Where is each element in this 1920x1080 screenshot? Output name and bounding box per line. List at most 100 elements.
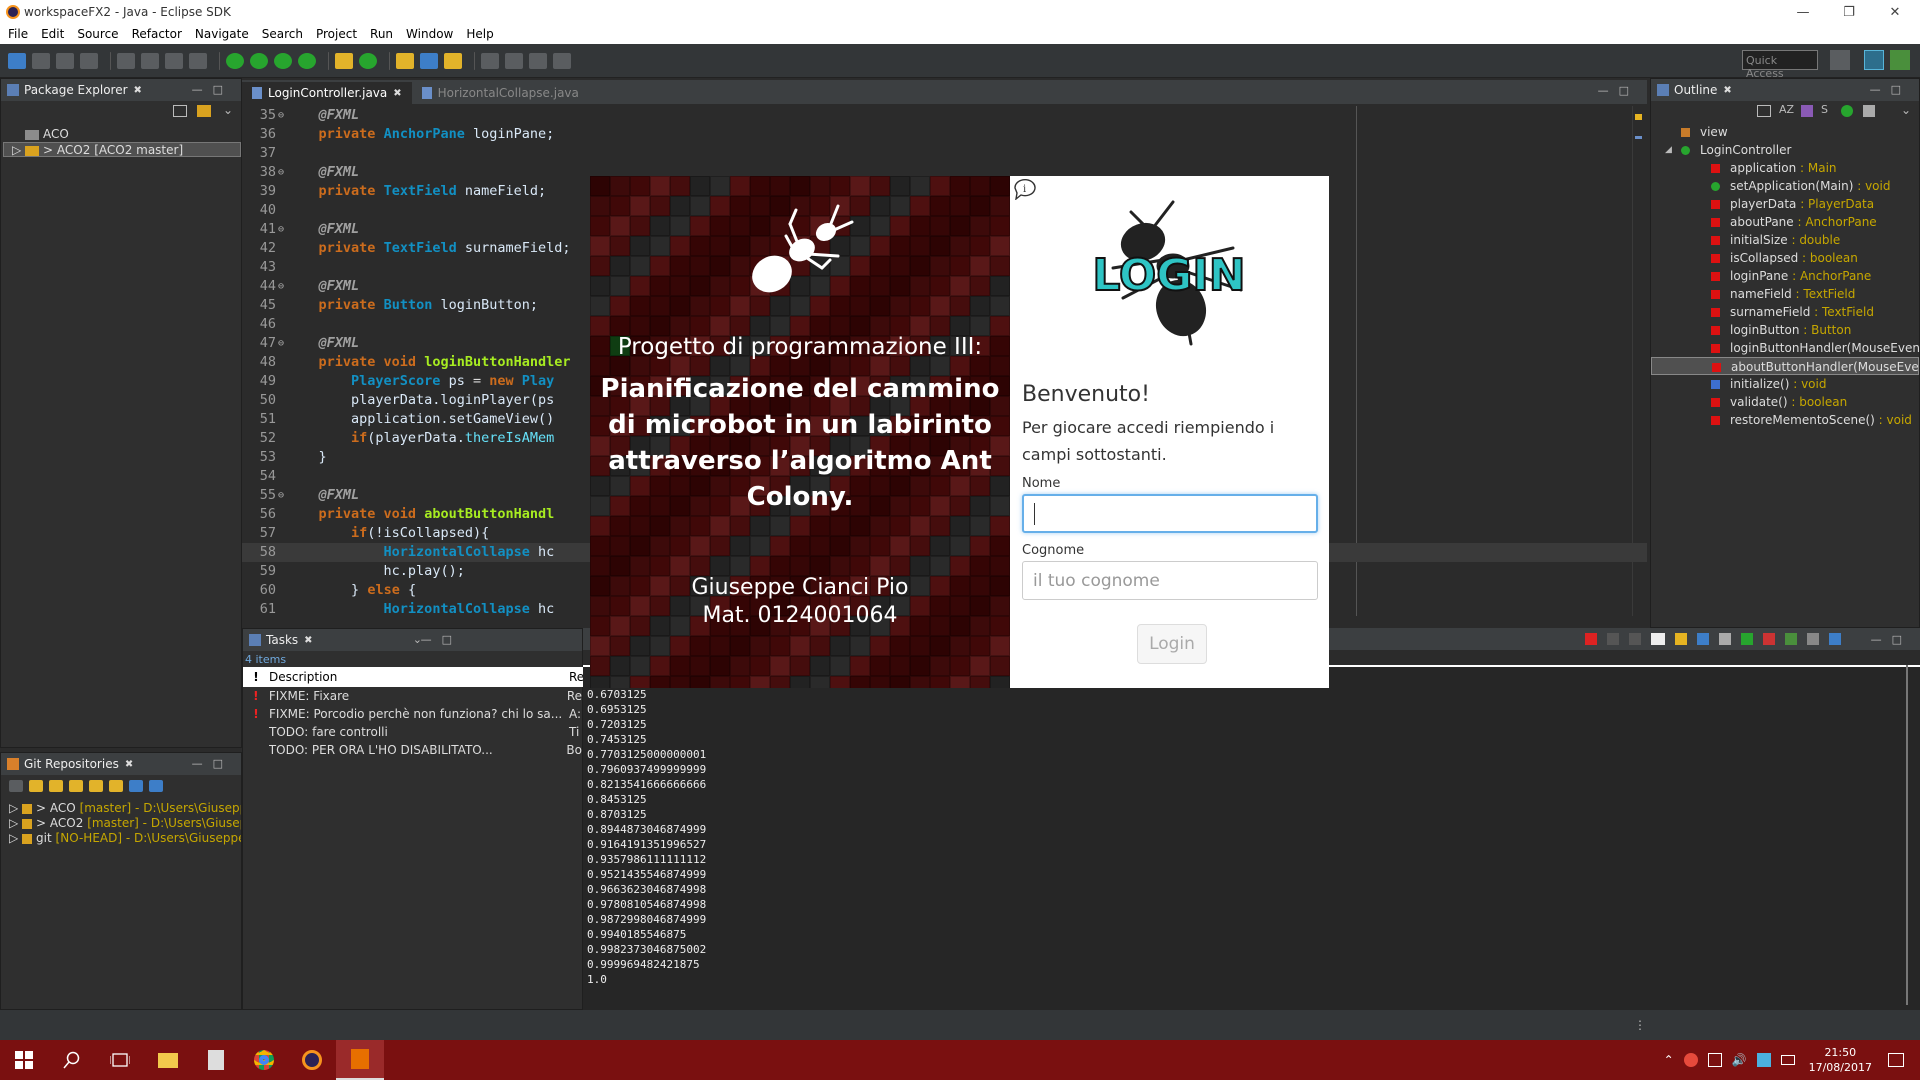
save-all-icon[interactable]	[56, 52, 74, 69]
create-repo-icon[interactable]	[69, 780, 83, 792]
menu-item-file[interactable]: File	[4, 27, 37, 41]
scroll-lock-icon[interactable]	[1674, 633, 1687, 645]
new-package-icon[interactable]	[335, 52, 353, 69]
menu-item-search[interactable]: Search	[258, 27, 312, 41]
git-repo-item[interactable]: ▷ git [NO-HEAD] - D:\Users\Giuseppe\	[1, 831, 241, 846]
panel-controls[interactable]: —□	[1871, 633, 1912, 646]
fold-icon[interactable]: ⊖	[278, 486, 284, 505]
outline-item[interactable]: playerData : PlayerData	[1651, 195, 1919, 213]
close-icon[interactable]: ✕	[1872, 0, 1918, 24]
volume-icon[interactable]: 🔊	[1732, 1053, 1747, 1067]
editor-tab[interactable]: LoginController.java ✖	[242, 82, 412, 104]
tray-overflow-icon[interactable]: ⌃	[1664, 1053, 1674, 1067]
hide-fields-icon[interactable]	[1801, 105, 1813, 117]
filter-icon[interactable]	[129, 780, 143, 792]
outline-item[interactable]: loginPane : AnchorPane	[1651, 267, 1919, 285]
priority-col[interactable]: !	[243, 670, 269, 684]
project-item[interactable]: ▷ > ACO2 [ACO2 master]	[3, 142, 241, 157]
java-app-button[interactable]	[336, 1040, 384, 1080]
clock[interactable]: 21:50 17/08/2017	[1809, 1045, 1872, 1075]
block-icon[interactable]	[165, 52, 183, 69]
tab-git-repositories[interactable]: Git Repositories ✖ —□	[1, 753, 241, 775]
antivirus-icon[interactable]	[1683, 1053, 1698, 1067]
open-task-icon[interactable]	[420, 52, 438, 69]
back-icon[interactable]	[529, 52, 547, 69]
outline-item[interactable]: setApplication(Main) : void	[1651, 177, 1919, 195]
hide-local-types-icon[interactable]	[1863, 105, 1875, 117]
quick-access-input[interactable]: Quick Access	[1742, 50, 1818, 80]
collapse-all-icon[interactable]	[173, 105, 187, 117]
sort-icon[interactable]: AZ	[1779, 103, 1794, 116]
login-button[interactable]: Login	[1137, 624, 1207, 664]
git-perspective-icon[interactable]	[1890, 50, 1910, 70]
outline-item[interactable]: initialSize : double	[1651, 231, 1919, 249]
paragraph-icon[interactable]	[189, 52, 207, 69]
menu-item-window[interactable]: Window	[402, 27, 462, 41]
menu-item-help[interactable]: Help	[462, 27, 502, 41]
keyboard-icon[interactable]	[1780, 1055, 1795, 1065]
project-item[interactable]: ACO	[1, 127, 241, 142]
git-repo-item[interactable]: ▷ > ACO [master] - D:\Users\Giuseppe\	[1, 801, 241, 816]
forward-icon[interactable]	[553, 52, 571, 69]
task-row[interactable]: ! FIXME: Fixare Re	[243, 687, 582, 705]
close-tab-icon[interactable]: ✖	[304, 635, 312, 646]
outline-item[interactable]: validate() : boolean	[1651, 393, 1919, 411]
panel-controls[interactable]: —□	[192, 83, 233, 96]
resource-col[interactable]: Re	[569, 670, 584, 684]
close-tab-icon[interactable]: ✖	[393, 88, 401, 99]
status-menu-icon[interactable]: ⋮	[1634, 1018, 1646, 1032]
calculator-button[interactable]	[192, 1040, 240, 1080]
run-icon[interactable]	[274, 52, 292, 69]
open-perspective-icon[interactable]	[1830, 50, 1850, 70]
maximize-icon[interactable]: ❐	[1826, 0, 1872, 24]
panel-controls[interactable]: —□	[421, 633, 462, 646]
outline-item[interactable]: aboutPane : AnchorPane	[1651, 213, 1919, 231]
remove-launch-icon[interactable]	[1606, 633, 1619, 645]
search-button[interactable]	[48, 1040, 96, 1080]
tab-package-explorer[interactable]: Package Explorer ✖ —□	[1, 79, 241, 101]
coverage-icon[interactable]	[298, 52, 316, 69]
pin-console-icon[interactable]	[1762, 633, 1775, 645]
save-icon[interactable]	[32, 52, 50, 69]
expand-arrow-icon[interactable]: ▷	[9, 801, 22, 815]
menu-item-refactor[interactable]: Refactor	[128, 27, 191, 41]
name-field[interactable]	[1022, 494, 1318, 533]
outline-item[interactable]: ◢ LoginController	[1651, 141, 1919, 159]
hide-static-icon[interactable]: S	[1821, 103, 1828, 116]
editor-controls[interactable]: —□	[1598, 84, 1639, 97]
git-repo-item[interactable]: ▷ > ACO2 [master] - D:\Users\Giuseppe	[1, 816, 241, 831]
outline-item[interactable]: nameField : TextField	[1651, 285, 1919, 303]
surname-field[interactable]: il tuo cognome	[1022, 561, 1318, 600]
expand-arrow-icon[interactable]: ▷	[9, 831, 22, 845]
outline-item[interactable]: view	[1651, 123, 1919, 141]
display-console-icon[interactable]	[1806, 633, 1819, 645]
close-tab-icon[interactable]: ✖	[134, 85, 142, 96]
link-icon[interactable]	[109, 780, 123, 792]
menu-item-edit[interactable]: Edit	[37, 27, 73, 41]
code-line[interactable]: 37	[242, 144, 1647, 163]
outline-item[interactable]: loginButton : Button	[1651, 321, 1919, 339]
outline-item[interactable]: restoreMementoScene() : void	[1651, 411, 1919, 429]
debug-icon[interactable]	[250, 52, 268, 69]
console-scrollbar[interactable]	[1906, 665, 1908, 1005]
code-line[interactable]: 35 @FXML ⊖	[242, 106, 1647, 125]
show-stderr-icon[interactable]	[1740, 633, 1753, 645]
menu-item-run[interactable]: Run	[366, 27, 402, 41]
code-line[interactable]: 36 private AnchorPane loginPane;	[242, 125, 1647, 144]
task-row[interactable]: TODO: fare controlli Ti	[243, 723, 582, 741]
clone-repo-icon[interactable]	[49, 780, 63, 792]
show-stdout-icon[interactable]	[1718, 633, 1731, 645]
outline-item[interactable]: aboutButtonHandler(MouseEvent)	[1651, 357, 1919, 375]
outline-item[interactable]: surnameField : TextField	[1651, 303, 1919, 321]
tab-outline[interactable]: Outline ✖ —□	[1651, 79, 1919, 101]
info-icon[interactable]: i	[1012, 178, 1038, 200]
remove-all-icon[interactable]	[1628, 633, 1641, 645]
minimize-icon[interactable]: —	[1780, 0, 1826, 24]
open-console-icon[interactable]	[1784, 633, 1797, 645]
description-col[interactable]: Description	[269, 670, 569, 684]
task-row[interactable]: TODO: PER ORA L'HO DISABILITATO... Bo	[243, 741, 582, 759]
new-console-icon[interactable]	[1828, 633, 1841, 645]
close-tab-icon[interactable]: ✖	[125, 759, 133, 770]
eclipse-button[interactable]	[288, 1040, 336, 1080]
view-menu-icon[interactable]: ⌄	[223, 103, 233, 117]
